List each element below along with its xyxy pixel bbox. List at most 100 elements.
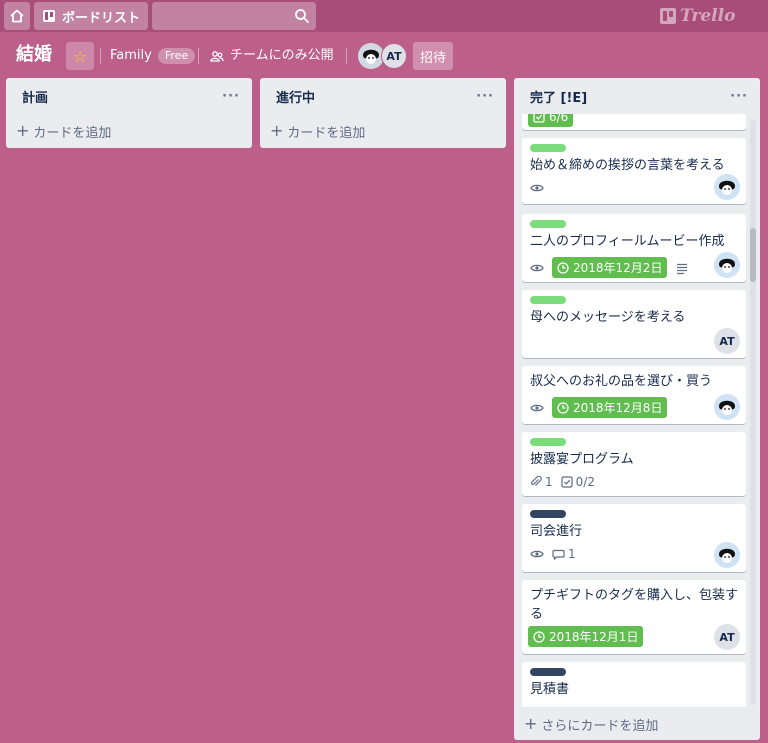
card-member-avatar[interactable] [714, 174, 740, 200]
list-menu-button[interactable]: ··· [222, 89, 240, 104]
card-label-navy [530, 510, 566, 518]
eye-icon [530, 184, 544, 192]
boards-icon [42, 10, 55, 22]
card-member-avatar[interactable] [714, 542, 740, 568]
board-title[interactable]: 結婚 [16, 42, 52, 68]
list-card[interactable]: プチギフトのタグを購入し、包装する 2018年12月1日 AT [522, 580, 746, 654]
plus-icon: + [524, 714, 538, 733]
eye-icon [530, 550, 544, 558]
add-card-label: カードを追加 [33, 125, 112, 141]
card-title: 見積書 [530, 682, 570, 697]
trello-logo[interactable]: Trello [660, 6, 750, 26]
list-title[interactable]: 計画 [22, 87, 48, 106]
list-header[interactable]: 完了 [!E] ··· [514, 78, 760, 114]
watch-badge [530, 547, 544, 561]
star-icon: ☆ [72, 46, 88, 66]
description-badge [675, 261, 689, 275]
list-header[interactable]: 進行中 ··· [260, 78, 506, 114]
card-badges: 1 [530, 547, 738, 561]
watch-badge [530, 181, 544, 195]
card-title: 司会進行 [530, 524, 583, 539]
list-card[interactable]: 披露宴プログラム 1 0/2 [522, 432, 746, 496]
due-date: 2018年12月8日 [573, 401, 663, 415]
list-card[interactable]: 母へのメッセージを考える AT [522, 290, 746, 358]
list-plan: 計画 ··· + カードを追加 [6, 78, 252, 148]
add-card-button[interactable]: + カードを追加 [260, 114, 506, 148]
card-label-green [530, 438, 566, 446]
card-title: 披露宴プログラム [530, 452, 634, 467]
header-divider [100, 48, 101, 64]
due-date-badge[interactable]: 2018年12月1日 [528, 626, 644, 647]
list-card[interactable]: 叔父へのお礼の品を選び・買う 2018年12月8日 [522, 366, 746, 424]
card-label-green [530, 220, 566, 228]
card-badges: 2018年12月2日 [530, 257, 738, 278]
due-date: 2018年12月2日 [573, 261, 663, 275]
checklist-count: 6/6 [549, 114, 569, 124]
due-date-badge[interactable]: 2018年12月8日 [552, 397, 668, 418]
watch-badge [530, 261, 544, 275]
list-card[interactable]: 司会進行 1 [522, 504, 746, 572]
character-avatar-icon [714, 542, 740, 568]
add-card-label: さらにカードを追加 [541, 718, 659, 734]
list-card[interactable]: 始め＆締めの挨拶の言葉を考える [522, 138, 746, 204]
eye-icon [530, 404, 544, 411]
list-card[interactable]: 二人のプロフィールムービー作成 2018年12月2日 [522, 214, 746, 282]
comment-count: 1 [568, 547, 576, 561]
header-divider [198, 48, 199, 64]
checklist-icon [561, 476, 573, 488]
list-card[interactable]: 6/6 [522, 114, 746, 130]
watch-badge [530, 401, 544, 415]
due-date: 2018年12月1日 [549, 630, 639, 644]
card-title: 始め＆締めの挨拶の言葉を考える [530, 158, 725, 173]
character-avatar-icon [714, 252, 740, 278]
list-header[interactable]: 計画 ··· [6, 78, 252, 114]
home-icon [10, 9, 24, 23]
card-label-green [530, 144, 566, 152]
card-badges: 2018年12月1日 [528, 626, 738, 647]
add-card-button[interactable]: + さらにカードを追加 [514, 707, 760, 741]
card-member-avatar[interactable] [714, 394, 740, 420]
star-button[interactable]: ☆ [66, 42, 94, 70]
list-menu-button[interactable]: ··· [476, 89, 494, 104]
list-title[interactable]: 完了 [!E] [530, 87, 587, 106]
card-title: プチギフトのタグを購入し、包装する [530, 588, 739, 622]
due-date-badge[interactable]: 2018年12月2日 [552, 257, 668, 278]
checklist-badge: 0/2 [561, 475, 595, 489]
team-visibility-icon [210, 51, 224, 62]
card-badges: 1 0/2 [530, 475, 738, 489]
comments-badge: 1 [552, 547, 576, 561]
home-button[interactable] [4, 2, 30, 30]
header-divider [346, 48, 347, 64]
list-menu-button[interactable]: ··· [730, 89, 748, 104]
list-done: 完了 [!E] ··· 6/6 始め＆締めの挨拶の言葉を考える 二人のプロフィー… [514, 78, 760, 740]
list-in-progress: 進行中 ··· + カードを追加 [260, 78, 506, 148]
character-avatar-icon [714, 394, 740, 420]
plan-badge: Free [157, 48, 196, 64]
logo-text: Trello [680, 6, 736, 26]
scrollbar-track[interactable] [750, 120, 756, 705]
trello-logo-icon [660, 8, 676, 24]
list-title[interactable]: 進行中 [276, 87, 315, 106]
card-badges [530, 181, 738, 195]
team-button[interactable]: Family Free [110, 46, 196, 66]
card-member-avatar[interactable]: AT [714, 328, 740, 354]
attachment-badge: 1 [530, 475, 553, 489]
card-member-avatar[interactable]: AT [714, 624, 740, 650]
top-bar: ボードリスト Trello [0, 0, 768, 32]
member-avatar[interactable]: AT [381, 43, 407, 69]
search-icon[interactable] [294, 8, 310, 24]
visibility-button[interactable]: チームにのみ公開 [210, 46, 334, 66]
list-card[interactable]: 見積書 [522, 662, 746, 707]
plus-icon: + [16, 121, 30, 140]
card-badges: 2018年12月8日 [530, 397, 738, 418]
card-label-green [530, 296, 566, 304]
add-card-button[interactable]: + カードを追加 [6, 114, 252, 148]
card-title: 叔父へのお礼の品を選び・買う [530, 374, 713, 389]
clock-icon [557, 401, 569, 414]
boards-button[interactable]: ボードリスト [34, 2, 148, 30]
card-member-avatar[interactable] [714, 252, 740, 278]
invite-button[interactable]: 招待 [413, 42, 453, 70]
checklist-icon [533, 114, 545, 123]
search-input[interactable] [152, 2, 316, 30]
scrollbar-thumb[interactable] [750, 228, 756, 282]
